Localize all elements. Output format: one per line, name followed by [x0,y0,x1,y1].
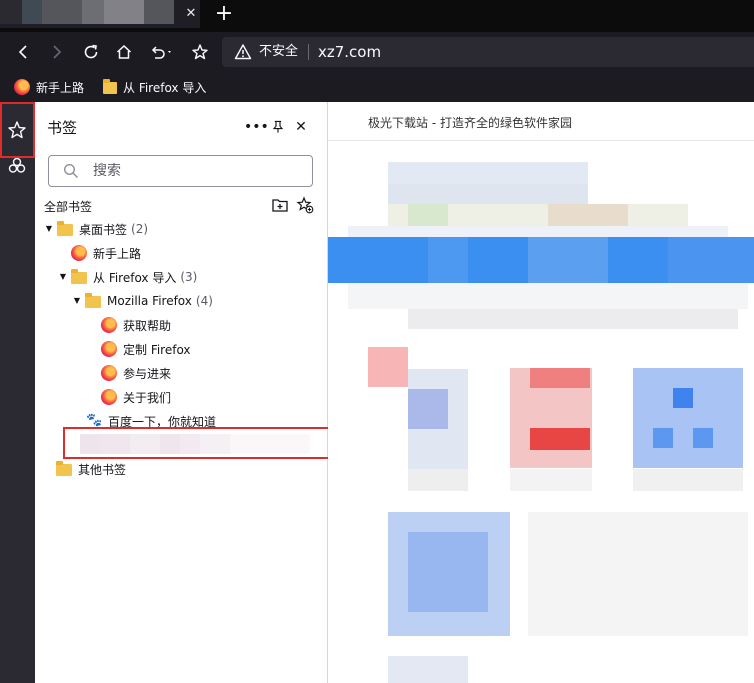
active-tab[interactable]: ✕ [0,0,200,28]
firefox-icon [101,317,117,333]
url-bar[interactable]: 不安全 xz7.com [222,37,754,67]
expanded-twisty-icon[interactable]: ▼ [44,224,54,234]
tree-bookmark-getting-started[interactable]: 新手上路 [35,241,141,265]
folder-label: 其他书签 [78,462,127,477]
tree-folder-desktop[interactable]: ▼ 桌面书签 (2) [35,217,148,241]
back-button[interactable] [10,40,36,64]
home-icon [116,44,132,59]
forward-button[interactable] [44,40,70,64]
pin-icon[interactable] [268,117,288,137]
tree-bookmark-about[interactable]: 关于我们 [35,385,171,409]
folder-icon [56,461,72,476]
insecure-label[interactable]: 不安全 [259,43,298,61]
firefox-icon [71,245,87,261]
reload-icon [84,44,98,59]
tree-bookmark-involved[interactable]: 参与进来 [35,361,171,385]
bookmark-label: 参与进来 [123,366,172,381]
sidebar-title: 书签 [47,119,78,137]
bookmark-label: 新手上路 [93,246,142,261]
bookmark-label: 获取帮助 [123,318,172,333]
navigation-toolbar: 不安全 xz7.com [0,32,754,72]
star-icon [192,44,208,60]
bookmark-label: 关于我们 [123,390,172,405]
highlight-box [63,427,341,459]
bookmark-label: 定制 Firefox [123,342,191,357]
extensions-icon [8,157,26,173]
new-folder-icon[interactable] [271,196,289,214]
folder-count: (4) [195,294,213,308]
folder-label: 桌面书签 [79,222,128,237]
close-icon[interactable]: ✕ [291,117,311,137]
bookmarks-sidebar-panel: 书签 ••• ✕ 全部书签 ▼ 桌面书签 (2) 新手上路 ▼ 从 Firefo… [35,102,341,683]
folder-label: 从 Firefox 导入 [93,270,177,285]
firefox-icon [101,341,117,357]
home-button[interactable] [111,40,137,64]
folder-icon [103,79,117,94]
tree-bookmark-help[interactable]: 获取帮助 [35,313,171,337]
firefox-icon [14,79,30,95]
toolbar-folder-import[interactable]: 从 Firefox 导入 [103,77,206,97]
folder-label: Mozilla Firefox [107,294,192,308]
tab-strip: ✕ + [0,0,754,32]
page-title: 极光下载站 - 打造齐全的绿色软件家园 [368,116,572,130]
folder-count: (2) [131,222,149,236]
web-content[interactable]: 极光下载站 - 打造齐全的绿色软件家园 [328,102,754,683]
forward-arrow-icon [53,45,62,59]
tree-folder-mozilla[interactable]: ▼ Mozilla Firefox (4) [35,289,213,313]
tree-bookmark-customize[interactable]: 定制 Firefox [35,337,191,361]
url-divider [308,44,309,60]
reload-button[interactable] [78,40,104,64]
search-box[interactable] [48,155,313,187]
back-arrow-icon [18,45,27,59]
undo-icon [151,46,171,59]
folder-icon [85,293,101,308]
url-host[interactable]: xz7.com [318,42,381,62]
tab-close-icon[interactable]: ✕ [183,6,199,22]
expanded-twisty-icon[interactable]: ▼ [58,272,68,282]
folder-icon [71,269,87,284]
more-options-icon[interactable]: ••• [244,117,269,137]
toolbar-bookmark-label: 新手上路 [36,80,85,95]
new-tab-button[interactable]: + [213,3,235,25]
tree-folder-import[interactable]: ▼ 从 Firefox 导入 (3) [35,265,197,289]
expanded-twisty-icon[interactable]: ▼ [72,296,82,306]
sidebar-icon-strip [0,102,35,683]
toolbar-folder-label: 从 Firefox 导入 [123,80,207,95]
search-icon [63,163,79,179]
folder-icon [57,221,73,236]
pin-shape [272,120,284,133]
bookmark-star-button[interactable] [187,40,213,64]
warning-icon[interactable] [234,43,252,61]
folder-count: (3) [180,270,198,284]
highlight-box [0,102,35,158]
firefox-icon [101,365,117,381]
undo-close-tab-button[interactable] [145,40,179,64]
all-bookmarks-label: 全部书签 [44,200,93,214]
firefox-icon [101,389,117,405]
toolbar-bookmark-getting-started[interactable]: 新手上路 [14,77,84,97]
add-bookmark-icon[interactable] [296,196,314,214]
search-input[interactable] [93,160,293,182]
bookmarks-toolbar: 新手上路 从 Firefox 导入 [0,72,754,102]
tree-folder-other[interactable]: 其他书签 [35,457,126,481]
page-header: 极光下载站 - 打造齐全的绿色软件家园 [328,102,754,141]
